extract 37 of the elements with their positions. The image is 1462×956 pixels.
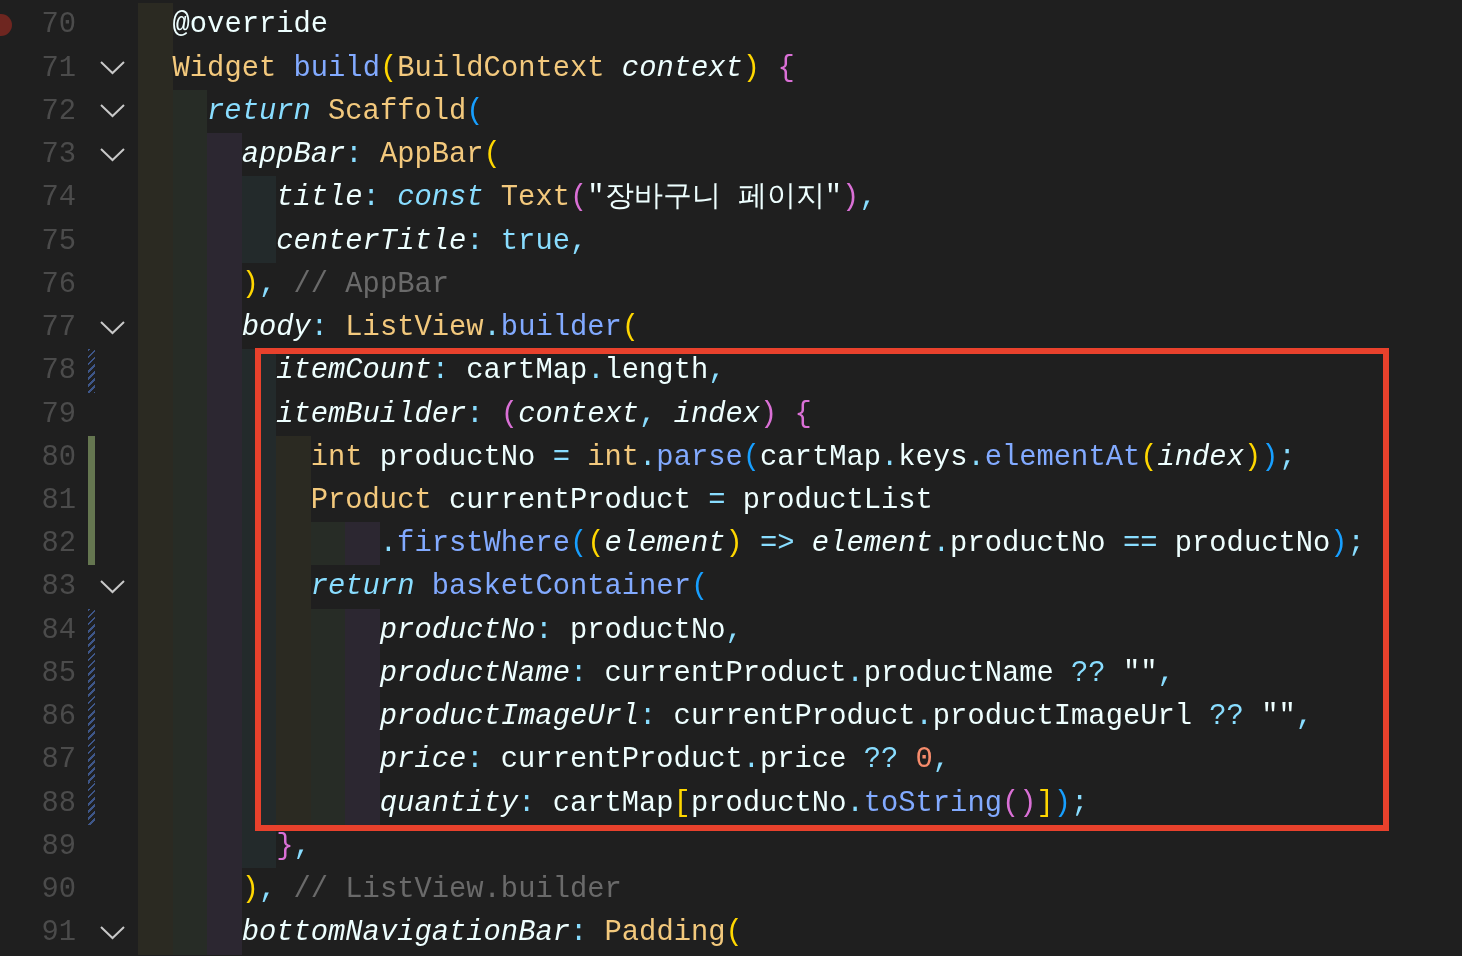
code-line: .firstWhere((element) => element.productNo == productNo);	[138, 522, 1365, 566]
code-line: ), // AppBar	[138, 262, 449, 307]
code-line: productNo: productNo,	[138, 608, 743, 652]
code-line: body: ListView.builder(	[138, 306, 640, 350]
chevron-down-icon[interactable]	[100, 320, 125, 335]
breakpoint-icon[interactable]	[0, 14, 12, 36]
modified-lines-marker[interactable]	[88, 608, 95, 652]
code-line: appBar: AppBar(	[138, 133, 501, 177]
code-line: title: const Text("장바구니 페이지"),	[138, 176, 877, 220]
modified-lines-marker[interactable]	[88, 695, 95, 739]
modified-lines-marker[interactable]	[88, 738, 95, 782]
code-line: ), // ListView.builder	[138, 868, 622, 912]
chevron-down-icon[interactable]	[100, 147, 125, 162]
added-lines-marker[interactable]	[88, 435, 95, 479]
code-line: Product currentProduct = productList	[138, 478, 933, 523]
added-lines-marker[interactable]	[88, 522, 95, 566]
code-line: productName: currentProduct.productName ?? "",	[138, 651, 1175, 696]
code-line: },	[138, 824, 311, 869]
chevron-down-icon[interactable]	[100, 104, 125, 119]
code-line: Widget build(BuildContext context) {	[138, 46, 795, 90]
code-line: return Scaffold(	[138, 89, 484, 134]
chevron-down-icon[interactable]	[100, 580, 125, 595]
code-line: int productNo = int.parse(cartMap.keys.elementAt(index));	[138, 435, 1296, 479]
chevron-down-icon[interactable]	[100, 61, 125, 76]
code-line: centerTitle: true,	[138, 219, 588, 263]
code-line: itemBuilder: (context, index) {	[138, 392, 812, 436]
chevron-down-icon[interactable]	[100, 925, 125, 940]
modified-lines-marker[interactable]	[88, 651, 95, 696]
code-line: price: currentProduct.price ?? 0,	[138, 738, 951, 782]
code-line: return basketContainer(	[138, 565, 709, 609]
code-line: @override	[138, 3, 329, 47]
code-line: itemCount: cartMap.length,	[138, 349, 726, 393]
modified-lines-marker[interactable]	[88, 349, 95, 393]
modified-lines-marker[interactable]	[88, 781, 95, 825]
code-line: quantity: cartMap[productNo.toString()]);	[138, 781, 1089, 825]
code-line: productImageUrl: currentProduct.productImageUrl ?? "",	[138, 695, 1313, 739]
code-line: bottomNavigationBar: Padding(	[138, 911, 743, 955]
